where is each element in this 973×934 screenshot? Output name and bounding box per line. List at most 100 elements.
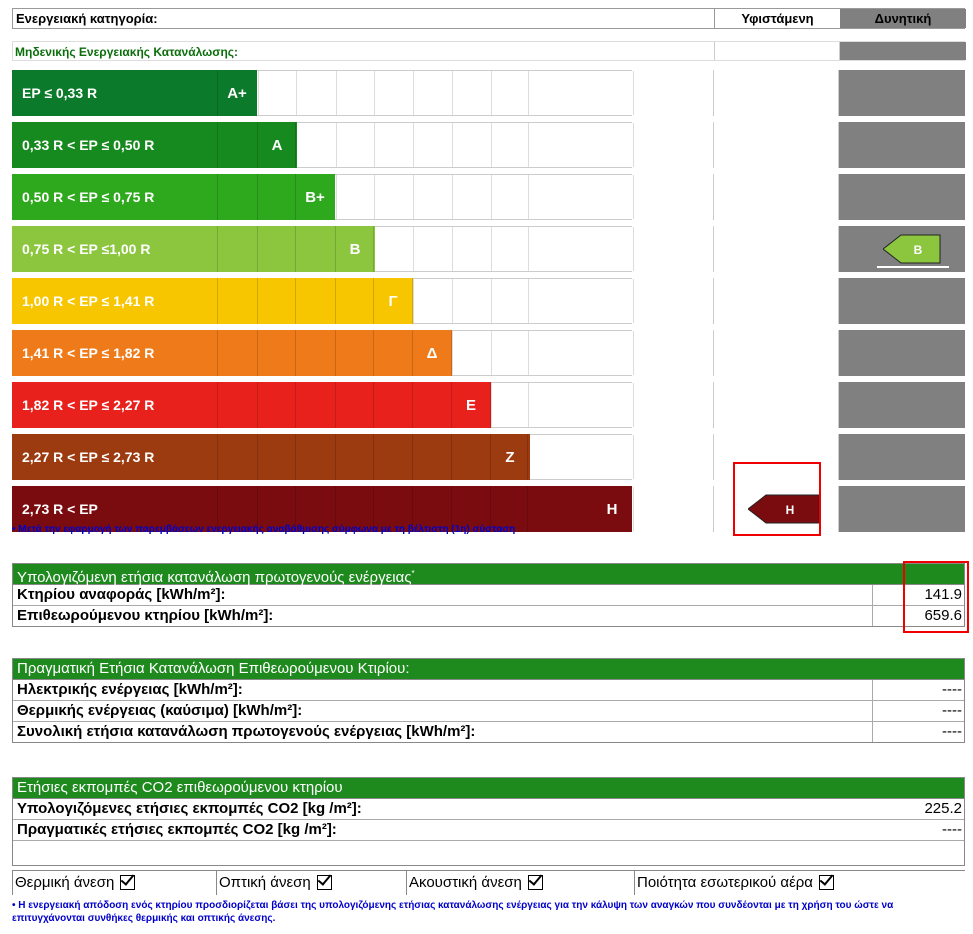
- bar-segment-line: [217, 122, 218, 168]
- grid-line: [528, 383, 529, 427]
- grid-line: [528, 331, 529, 375]
- bar-segment-line: [373, 330, 374, 376]
- potential-rating-cell: [839, 278, 965, 324]
- calc-row-label: Επιθεωρούμενου κτηρίου [kWh/m²]:: [17, 607, 274, 624]
- thermal-comfort: Θερμική άνεση: [12, 871, 216, 895]
- bar-segment-line: [217, 226, 218, 272]
- rating-letter: Η: [606, 500, 618, 518]
- rating-bar: 1,82 RR < EP ≤ 2,27 RR Ε: [12, 382, 491, 428]
- rating-row: 0,75 RR < EP ≤1,00 RR B B: [12, 226, 965, 272]
- bar-segment-line: [295, 330, 296, 376]
- rating-letter: Ζ: [505, 448, 515, 466]
- footnote: • Η ενεργειακή απόδοση ενός κτηρίου προσ…: [12, 900, 894, 924]
- current-rating-cell: [713, 226, 839, 272]
- bar-segment-line: [217, 330, 218, 376]
- co2-emissions-table: Ετήσιες εκπομπές CO2 επιθεωρούμενου κτηρ…: [12, 777, 965, 866]
- bar-segment-line: [412, 434, 413, 480]
- bar-segment-line: [217, 382, 218, 428]
- co2-row-label: Πραγματικές ετήσιες εκπομπές CO2 [kg /m²…: [17, 821, 337, 838]
- potential-column-header: Δυνητική: [840, 9, 966, 28]
- rating-bar: 0,75 RR < EP ≤1,00 RR B: [12, 226, 375, 272]
- grid-line: [528, 227, 529, 271]
- grid-line: [336, 123, 337, 167]
- co2-table-title: Ετήσιες εκπομπές CO2 επιθεωρούμενου κτηρ…: [12, 777, 965, 799]
- category-header-row: Ενεργειακή κατηγορία: Υφιστάμενη Δυνητικ…: [12, 8, 966, 29]
- grid-line: [528, 123, 529, 167]
- comfort-label: Ποιότητα εσωτερικού αέρα: [637, 874, 813, 891]
- checkbox-checked-icon[interactable]: [818, 874, 834, 890]
- grid-line: [296, 71, 297, 115]
- current-rating-cell: [713, 70, 839, 116]
- grid-line: [491, 279, 492, 323]
- grid-line: [633, 487, 634, 531]
- rating-bar: EP ≤ 0,33 RR A+: [12, 70, 257, 116]
- bar-segment-line: [217, 434, 218, 480]
- bar-segment-line: [295, 278, 296, 324]
- current-rating-cell: [713, 122, 839, 168]
- potential-rating-cell: [839, 486, 965, 532]
- actual-row-value: ----: [872, 680, 964, 700]
- bar-segment-line: [373, 382, 374, 428]
- rating-range-label: 2,27 RR < EP ≤ 2,73 RR: [22, 449, 155, 465]
- rating-letter: Ε: [465, 396, 476, 414]
- checkbox-checked-icon[interactable]: [120, 874, 136, 890]
- grid-line: [452, 175, 453, 219]
- co2-table-body: Υπολογιζόμενες ετήσιες εκπομπές CO2 [kg …: [12, 799, 965, 866]
- actual-row-value: ----: [872, 701, 964, 721]
- bar-segment-line: [257, 434, 258, 480]
- rating-range-label: EP ≤ 0,33 RR: [22, 85, 98, 101]
- grid-line: [374, 123, 375, 167]
- highlight-box-values: [903, 561, 969, 633]
- bar-segment-line: [257, 278, 258, 324]
- potential-rating-cell: B: [839, 226, 965, 272]
- potential-rating-cell: [839, 122, 965, 168]
- rating-bar: 0,50 RR < EP ≤ 0,75 RR B+: [12, 174, 335, 220]
- grid-line: [633, 71, 634, 115]
- rating-letter: B+: [305, 188, 325, 206]
- grid-line: [452, 279, 453, 323]
- rating-range-label: 1,41 RR < EP ≤ 1,82 RR: [22, 345, 155, 361]
- rating-letter: A: [271, 136, 283, 154]
- rating-arrow-letter: B: [914, 243, 923, 257]
- grid-line: [633, 175, 634, 219]
- grid-line: [258, 71, 259, 115]
- grid-line: [491, 331, 492, 375]
- grid-line: [491, 123, 492, 167]
- visual-comfort: Οπτική άνεση: [216, 871, 406, 895]
- grid-line: [374, 175, 375, 219]
- rating-row: 1,00 RR < EP ≤ 1,41 RR Γ: [12, 278, 965, 324]
- grid-line: [491, 383, 492, 427]
- nzeb-row: Μηδενικής Ενεργειακής Κατανάλωσης:: [12, 41, 966, 61]
- rating-range-label: 1,82 RR < EP ≤ 2,27 RR: [22, 397, 155, 413]
- grid-line: [633, 123, 634, 167]
- calc-table-title: Υπολογιζόμενη ετήσια κατανάλωση πρωτογεν…: [12, 563, 965, 586]
- actual-row-value: ----: [872, 722, 964, 742]
- rating-bar: 2,27 RR < EP ≤ 2,73 RR Ζ: [12, 434, 530, 480]
- grid-line: [452, 123, 453, 167]
- bar-segment-line: [412, 382, 413, 428]
- actual-row-label: Θερμικής ενέργειας (καύσιμα) [kWh/m²]:: [17, 702, 303, 719]
- nzeb-label: Μηδενικής Ενεργειακής Κατανάλωσης:: [15, 45, 239, 59]
- bar-segment-line: [335, 382, 336, 428]
- current-column-header: Υφιστάμενη: [714, 9, 840, 28]
- potential-underline: [877, 266, 949, 268]
- indoor-air-quality: Ποιότητα εσωτερικού αέρα: [634, 871, 965, 895]
- grid-line: [633, 331, 634, 375]
- checkbox-checked-icon[interactable]: [316, 874, 332, 890]
- grid-line: [413, 279, 414, 323]
- grid-line: [336, 71, 337, 115]
- rating-arrow-marker: B: [883, 234, 941, 264]
- grid-line: [452, 227, 453, 271]
- rating-letter: B: [349, 240, 361, 258]
- grid-line: [528, 175, 529, 219]
- rating-letter: Γ: [388, 292, 398, 310]
- current-rating-cell: [713, 174, 839, 220]
- recommendation-note: • Μετά την εφαρμογή των παρεμβάσεων ενερ…: [12, 524, 516, 535]
- bar-segment-line: [257, 226, 258, 272]
- checkbox-checked-icon[interactable]: [527, 874, 543, 890]
- comfort-label: Οπτική άνεση: [219, 874, 311, 891]
- rating-bar: 1,00 RR < EP ≤ 1,41 RR Γ: [12, 278, 413, 324]
- bar-segment-line: [217, 278, 218, 324]
- actual-row-label: Συνολική ετήσια κατανάλωση πρωτογενούς ε…: [17, 723, 476, 740]
- grid-line: [491, 71, 492, 115]
